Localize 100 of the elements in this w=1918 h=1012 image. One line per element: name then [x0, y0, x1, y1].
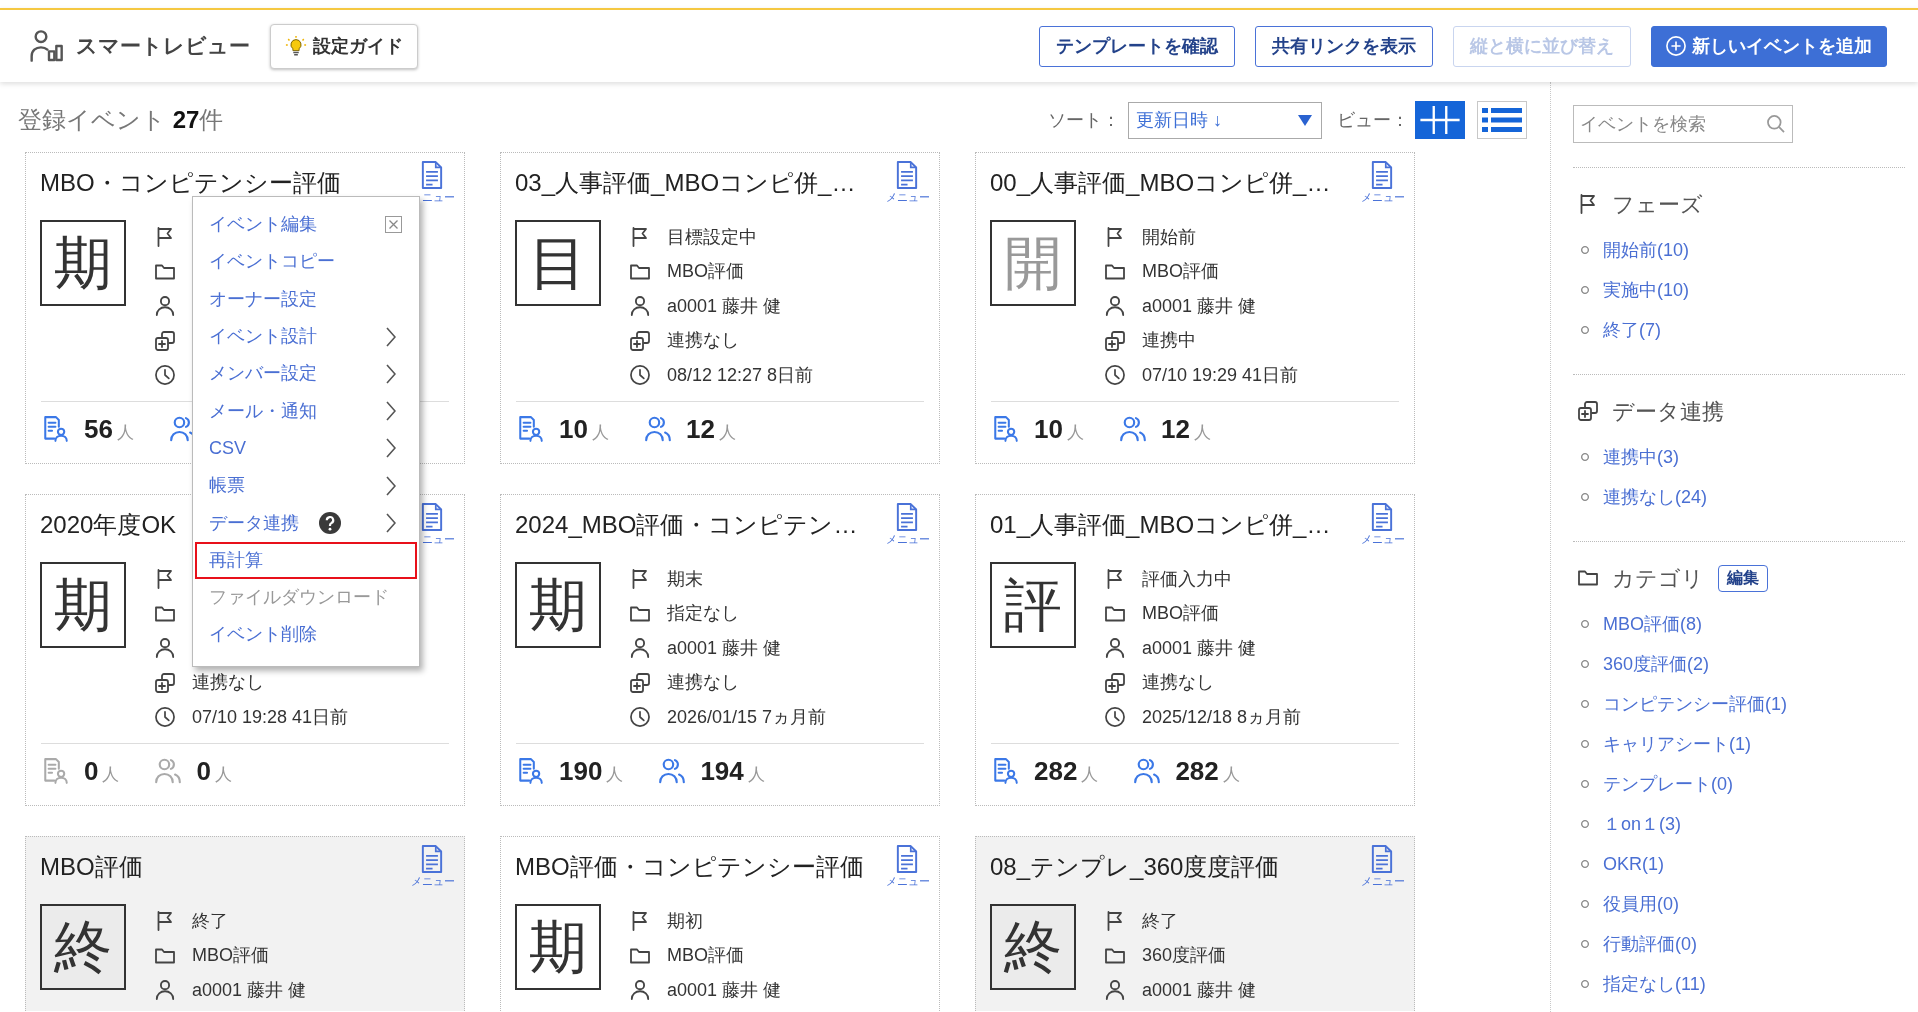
menu-item[interactable]: イベント削除 [195, 616, 417, 654]
menu-item[interactable]: 再計算 [195, 541, 417, 579]
filter-link[interactable]: 実施中(10) [1603, 276, 1689, 304]
sort-select[interactable]: 更新日時 ↓ [1128, 101, 1322, 139]
window-plus-icon [630, 330, 650, 351]
updated-time: 08/12 12:27 8日前 [667, 363, 814, 387]
menu-item[interactable]: CSV [195, 429, 417, 468]
clock-icon [630, 365, 650, 386]
bullet-icon [1581, 780, 1589, 788]
bullet-icon [1581, 620, 1589, 628]
menu-button[interactable]: メニュー [884, 845, 930, 888]
filter-link[interactable]: 役員用(0) [1603, 890, 1679, 918]
stat-count: 0 人 [196, 754, 232, 788]
clock-icon [1105, 707, 1125, 728]
filter-link[interactable]: OKR(1) [1603, 850, 1664, 878]
bullet-icon [1581, 286, 1589, 294]
menu-item[interactable]: オーナー設定 [195, 280, 417, 318]
guide-button[interactable]: 設定ガイド [270, 23, 418, 69]
menu-button[interactable]: メニュー [884, 503, 930, 546]
document-icon [896, 161, 918, 189]
phase-symbol: 期 [40, 562, 126, 648]
window-plus-icon [1105, 672, 1125, 693]
phase-text: 評価入力中 [1142, 567, 1232, 591]
menu-button[interactable]: メニュー [1359, 503, 1405, 546]
filter-link[interactable]: １on１(3) [1603, 810, 1682, 838]
stat-count: 282 人 [1175, 754, 1240, 788]
card-title: 2024_MBO評価・コンピテン… [515, 510, 858, 540]
person-icon [155, 638, 175, 659]
stat-count: 10 人 [1034, 412, 1084, 446]
filter-link[interactable]: 終了(7) [1603, 316, 1661, 344]
window-plus-icon [1105, 330, 1125, 351]
filter-link[interactable]: テンプレート(0) [1603, 770, 1733, 798]
clock-icon [630, 707, 650, 728]
menu-button[interactable]: ニュー [409, 161, 455, 204]
flag-icon [1578, 194, 1598, 214]
menu-item[interactable]: メンバー設定 [195, 355, 417, 393]
menu-item[interactable]: メール・通知 [195, 392, 417, 430]
bullet-icon [1581, 740, 1589, 748]
search-field[interactable]: イベントを検索 [1573, 105, 1793, 143]
person-icon [155, 980, 175, 1001]
category-text: MBO評価 [192, 944, 269, 968]
link-status-text: 連携なし [192, 671, 264, 695]
updated-time: 07/10 19:29 41日前 [1142, 363, 1299, 387]
category-text: MBO評価 [667, 944, 744, 968]
plus-circle-icon [1666, 36, 1686, 56]
phase-symbol: 期 [40, 220, 126, 306]
filter-link[interactable]: 指定なし(11) [1603, 970, 1706, 998]
bullet-icon [1581, 820, 1589, 828]
filter-link[interactable]: 行動評価(0) [1603, 930, 1697, 958]
menu-button[interactable]: メニュー [409, 845, 455, 888]
outline-button[interactable]: 共有リンクを表示 [1255, 25, 1433, 67]
menu-button[interactable]: メニュー [1359, 161, 1405, 204]
menu-item[interactable]: 帳票 [195, 467, 417, 505]
menu-button[interactable]: メニュー [884, 161, 930, 204]
flag-icon [630, 911, 650, 932]
grid-icon [1420, 106, 1460, 134]
updated-time: 2025/12/18 8ヵ月前 [1142, 705, 1302, 729]
phase-symbol: 期 [515, 904, 601, 990]
menu-item[interactable]: イベント設計 [195, 317, 417, 356]
owner-text: a0001 藤井 健 [1142, 978, 1257, 1002]
close-icon[interactable] [385, 216, 402, 234]
owner-text: a0001 藤井 健 [1142, 636, 1257, 660]
filter-link[interactable]: コンピテンシー評価(1) [1603, 690, 1787, 718]
stat-count: 0 人 [84, 754, 120, 788]
grid-view-button[interactable] [1415, 101, 1465, 139]
chevron-icon [386, 401, 396, 422]
menu-item[interactable]: イベント編集 [195, 206, 417, 244]
stat-count: 190 人 [559, 754, 624, 788]
filter-link[interactable]: 連携なし(24) [1603, 483, 1707, 511]
phase-symbol: 終 [990, 904, 1076, 990]
category-text: 360度評価 [1142, 944, 1227, 968]
window-plus-icon [155, 330, 175, 351]
stat-count: 12 人 [1160, 412, 1211, 446]
filter-link[interactable]: 360度評価(2) [1603, 650, 1710, 678]
list-view-button[interactable] [1477, 101, 1527, 139]
clock-icon [1105, 365, 1125, 386]
stat-count: 194 人 [700, 754, 765, 788]
bullet-icon [1581, 980, 1589, 988]
flag-icon [1105, 569, 1125, 590]
edit-button[interactable]: 編集 [1718, 564, 1768, 592]
outline-button[interactable]: テンプレートを確認 [1039, 25, 1235, 67]
filter-link[interactable]: 開始前(10) [1603, 236, 1689, 264]
event-count-text: 登録イベント 27件 [18, 105, 224, 135]
card-title: MBO評価 [40, 852, 143, 882]
menu-button[interactable]: メニュー [1359, 845, 1405, 888]
phase-symbol: 開 [990, 220, 1076, 306]
primary-button[interactable]: 新しいイベントを追加 [1651, 25, 1887, 67]
filter-link[interactable]: 連携中(3) [1603, 443, 1679, 471]
window-plus-icon [155, 672, 175, 693]
filter-link[interactable]: MBO評価(8) [1603, 610, 1702, 638]
chevron-icon [386, 438, 396, 459]
bullet-icon [1581, 493, 1589, 501]
owner-text: a0001 藤井 健 [667, 294, 782, 318]
menu-item[interactable]: イベントコピー [195, 243, 417, 281]
card-title: 01_人事評価_MBOコンピ併_… [990, 510, 1331, 540]
card-title: MBO評価・コンピテンシー評価 [515, 852, 864, 882]
bullet-icon [1581, 700, 1589, 708]
document-icon [421, 161, 443, 189]
flag-icon [155, 911, 175, 932]
filter-link[interactable]: キャリアシート(1) [1603, 730, 1751, 758]
